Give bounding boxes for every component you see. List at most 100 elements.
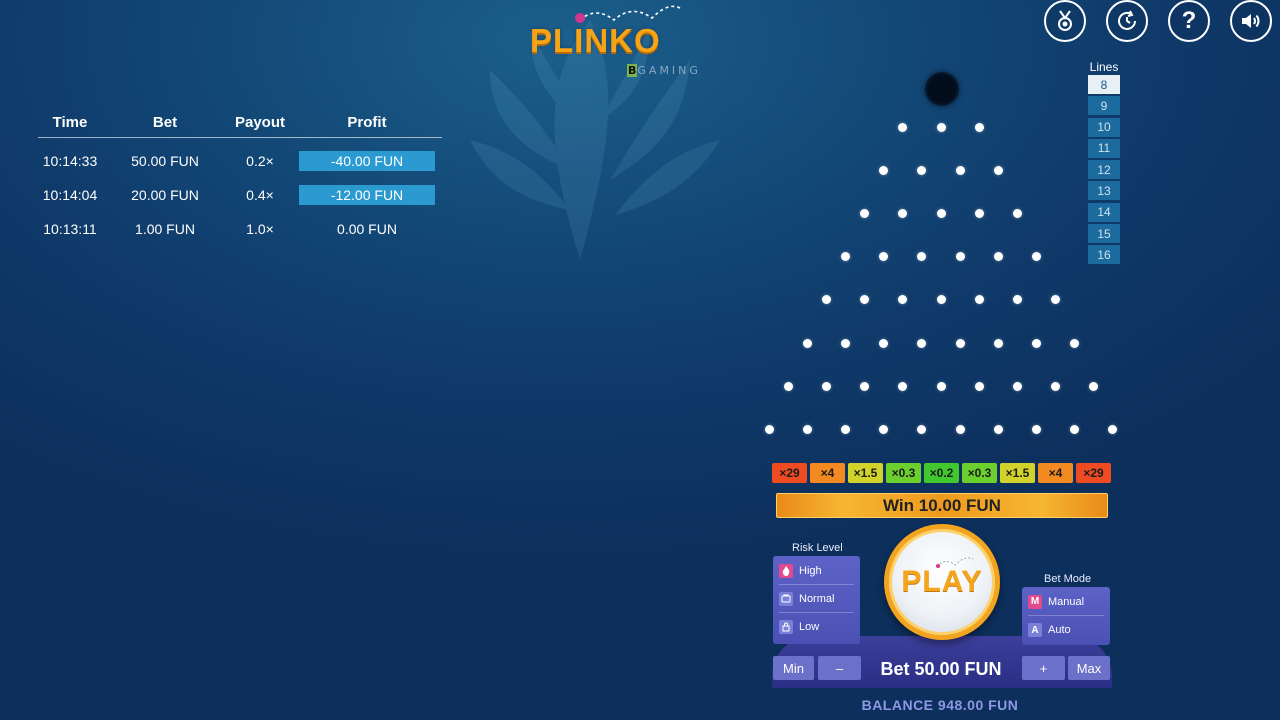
cup-icon (779, 591, 793, 606)
risk-option-label: High (799, 564, 822, 577)
peg (803, 338, 813, 348)
peg (993, 424, 1003, 434)
logo-title: PLINKO (530, 22, 661, 59)
header-payout: Payout (234, 114, 285, 131)
bet-mode-label: Manual (1048, 595, 1085, 608)
peg (1012, 208, 1022, 218)
peg (898, 208, 908, 218)
peg (1069, 424, 1079, 434)
row-profit: -40.00 FUN (299, 151, 435, 171)
peg (841, 338, 851, 348)
header-time: Time (52, 114, 88, 131)
row-bet: 1.00 FUN (135, 221, 195, 237)
multiplier-slot: ×29 (1076, 463, 1111, 483)
peg (841, 252, 851, 262)
manual-key-icon: M (1028, 594, 1042, 609)
flame-icon (779, 563, 793, 578)
peg (936, 295, 946, 305)
row-bet: 20.00 FUN (131, 187, 199, 203)
multiplier-slot: ×0.2 (924, 463, 959, 483)
play-label: PLAY (901, 565, 983, 598)
lines-option-14[interactable]: 14 (1088, 202, 1120, 222)
peg (955, 338, 965, 348)
lines-option-15[interactable]: 15 (1088, 224, 1120, 244)
peg (1031, 424, 1041, 434)
multiplier-slot: ×1.5 (1000, 463, 1035, 483)
lines-option-8[interactable]: 8 (1088, 75, 1120, 94)
bet-decrease-button[interactable]: – (818, 656, 861, 680)
balance-display: BALANCE 948.00 FUN (861, 697, 1019, 713)
row-payout: 1.0× (246, 221, 274, 237)
peg (955, 424, 965, 434)
peg (936, 208, 946, 218)
risk-option-label: Normal (799, 592, 835, 605)
peg (898, 381, 908, 391)
peg (879, 338, 889, 348)
peg (879, 252, 889, 262)
multiplier-slot: ×0.3 (962, 463, 997, 483)
bet-mode-auto[interactable]: A Auto (1028, 616, 1104, 644)
peg (917, 424, 927, 434)
peg (1107, 424, 1117, 434)
peg (917, 165, 927, 175)
peg (936, 122, 946, 132)
row-bet: 50.00 FUN (131, 153, 199, 169)
peg (898, 295, 908, 305)
peg (1050, 381, 1060, 391)
help-icon[interactable]: ? (1168, 0, 1210, 42)
bet-mode-manual[interactable]: M Manual (1028, 588, 1104, 616)
lines-option-16[interactable]: 16 (1088, 245, 1120, 265)
multiplier-slot: ×1.5 (848, 463, 883, 483)
bet-increase-button[interactable]: + (1022, 656, 1065, 680)
ball-drop-hole (925, 72, 959, 106)
risk-option-normal[interactable]: Normal (779, 585, 854, 613)
risk-option-low[interactable]: Low (779, 613, 854, 641)
peg (879, 165, 889, 175)
medal-icon[interactable] (1044, 0, 1086, 42)
lines-option-10[interactable]: 10 (1088, 117, 1120, 137)
peg (993, 252, 1003, 262)
multiplier-slot: ×4 (1038, 463, 1073, 483)
row-payout: 0.4× (246, 187, 274, 203)
table-row: 10:13:11 1.00 FUN 1.0× 0.00 FUN (38, 212, 442, 246)
peg (860, 208, 870, 218)
play-button[interactable]: PLAY (884, 524, 1000, 640)
lines-option-9[interactable]: 9 (1088, 96, 1120, 116)
win-banner: Win 10.00 FUN (776, 493, 1108, 518)
peg (1031, 338, 1041, 348)
history-icon[interactable] (1106, 0, 1148, 42)
peg (898, 122, 908, 132)
lines-option-13[interactable]: 13 (1088, 181, 1120, 201)
peg (1069, 338, 1079, 348)
risk-option-high[interactable]: High (779, 557, 854, 585)
multiplier-slot: ×0.3 (886, 463, 921, 483)
peg (841, 424, 851, 434)
lines-option-11[interactable]: 11 (1088, 138, 1120, 158)
logo-brand: BGAMING (627, 64, 701, 77)
lines-selector: Lines 8 9 10 11 12 13 14 15 16 (1088, 60, 1120, 267)
peg (803, 424, 813, 434)
peg (993, 165, 1003, 175)
multiplier-slot: ×4 (810, 463, 845, 483)
bet-mode-label: Auto (1048, 624, 1071, 636)
bet-amount: Bet 50.00 FUN (880, 659, 1002, 679)
risk-level-title: Risk Level (792, 542, 843, 554)
bet-mode-title: Bet Mode (1044, 573, 1092, 585)
peg (784, 381, 794, 391)
peg (1031, 252, 1041, 262)
risk-level-panel: High Normal Low (773, 556, 860, 644)
table-row: 10:14:04 20.00 FUN 0.4× -12.00 FUN (38, 178, 442, 212)
table-row: 10:14:33 50.00 FUN 0.2× -40.00 FUN (38, 144, 442, 178)
sound-icon[interactable] (1230, 0, 1272, 42)
peg (860, 381, 870, 391)
bet-mode-panel: M Manual A Auto (1022, 587, 1110, 645)
peg (879, 424, 889, 434)
bet-min-button[interactable]: Min (773, 656, 814, 680)
bet-max-button[interactable]: Max (1068, 656, 1110, 680)
row-payout: 0.2× (246, 153, 274, 169)
lines-label: Lines (1089, 60, 1119, 74)
peg (955, 165, 965, 175)
lines-option-12[interactable]: 12 (1088, 160, 1120, 180)
row-time: 10:14:33 (42, 153, 98, 169)
peg (936, 381, 946, 391)
